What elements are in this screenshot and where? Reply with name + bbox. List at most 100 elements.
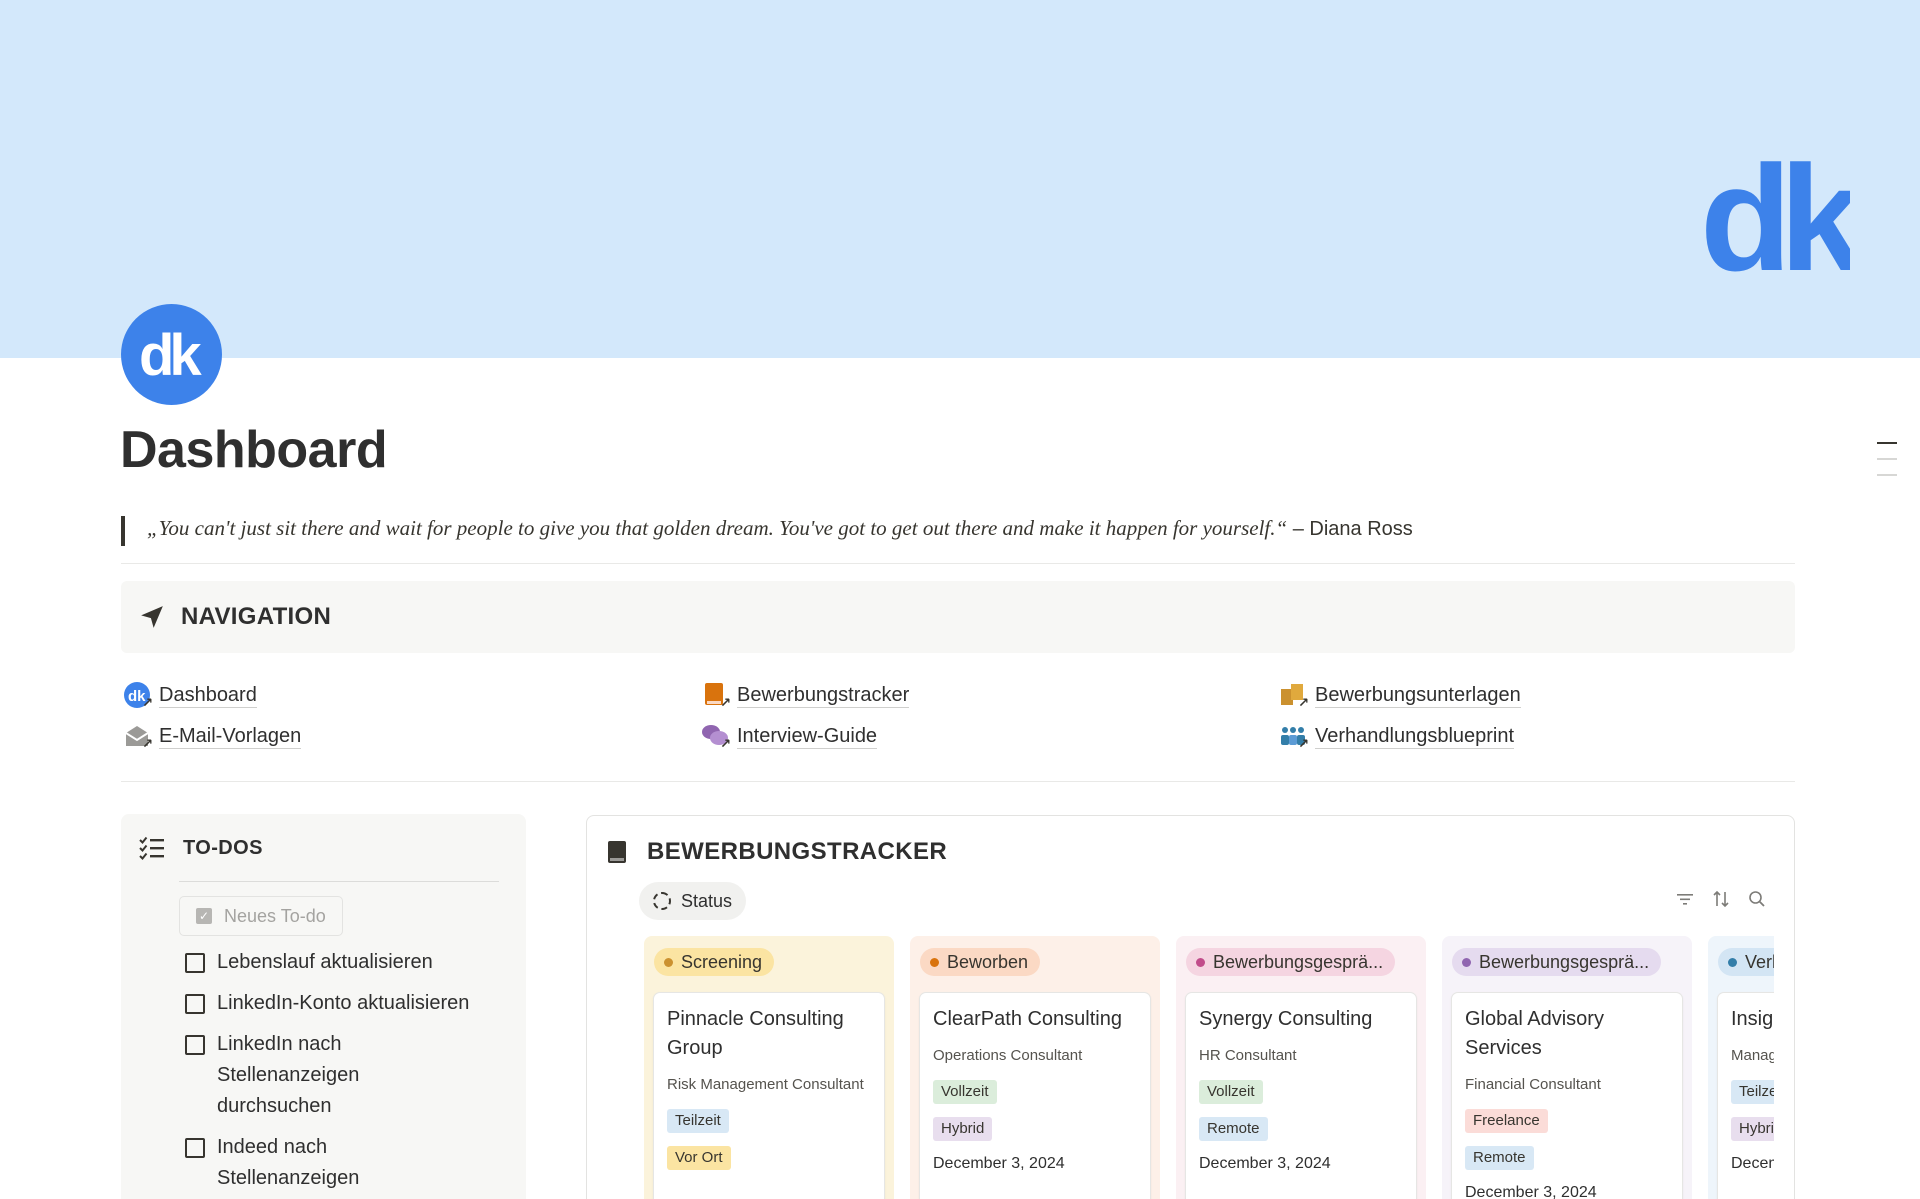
dk-logo-icon: dk <box>139 325 207 385</box>
people-icon: ↗ <box>1279 722 1309 751</box>
card-date: December 3, 2024 <box>1731 1155 1774 1172</box>
table-of-contents[interactable] <box>1877 442 1897 490</box>
card-tag: Remote <box>1199 1117 1268 1141</box>
navigation-title: NAVIGATION <box>181 603 332 630</box>
card-company: Global Advisory Services <box>1465 1008 1604 1059</box>
todo-item: Indeed nach Stellenanzeigen <box>185 1135 385 1194</box>
quote-text: „You can't just sit there and wait for p… <box>147 516 1288 540</box>
todo-item: Lebenslauf aktualisieren <box>185 950 485 978</box>
todo-checkbox[interactable] <box>185 1035 205 1055</box>
status-dot-icon <box>930 957 939 967</box>
card-tag: Vor Ort <box>667 1146 731 1170</box>
nav-link-dashboard[interactable]: dk ↗ Dashboard <box>123 680 257 710</box>
toc-line[interactable] <box>1877 458 1897 460</box>
nav-link-verhandlungsblueprint[interactable]: ↗ Verhandlungsblueprint <box>1279 721 1515 751</box>
page-title: Dashboard <box>120 421 388 479</box>
dk-logo-icon: dk ↗ <box>123 681 153 710</box>
application-card[interactable]: Global Advisory Services Financial Consul… <box>1451 992 1683 1199</box>
card-tag: Vollzeit <box>1199 1080 1263 1104</box>
page-icon[interactable]: dk <box>121 304 222 405</box>
divider <box>121 781 1795 782</box>
todos-panel: TO-DOS ✓ Neues To-do Lebenslauf aktualis… <box>121 814 526 1199</box>
todo-checkbox[interactable] <box>185 994 205 1014</box>
nav-link-bewerbungstracker[interactable]: ↗ Bewerbungstracker <box>701 680 910 710</box>
application-card[interactable]: Synergy Consulting HR Consultant Vollzeit R… <box>1185 992 1417 1199</box>
divider <box>121 563 1795 564</box>
column-status-tag[interactable]: Beworben <box>920 948 1041 976</box>
nav-link-interview-guide[interactable]: ↗ Interview-Guide <box>701 721 878 751</box>
card-tag: Hybrid <box>1731 1117 1774 1141</box>
search-icon[interactable] <box>1748 890 1766 908</box>
application-card[interactable]: Pinnacle Consulting Group Risk Management… <box>653 992 885 1199</box>
tracker-book-icon <box>608 841 626 863</box>
card-company: Insight Group <box>1731 1008 1774 1030</box>
filter-icon[interactable] <box>1676 890 1694 908</box>
checklist-icon <box>139 836 164 860</box>
kanban-board: Screening Pinnacle Consulting Group Risk M… <box>644 936 1774 1199</box>
card-company: Pinnacle Consulting Group <box>667 1008 844 1059</box>
application-card[interactable]: ClearPath Consulting Operations Consultan… <box>919 992 1151 1199</box>
card-tag: Vollzeit <box>933 1080 997 1104</box>
status-dot-icon <box>1462 957 1471 967</box>
board-column: Screening Pinnacle Consulting Group Risk M… <box>644 936 894 1199</box>
card-tag: Teilzeit <box>667 1109 729 1133</box>
toc-line[interactable] <box>1877 474 1897 476</box>
column-status-tag[interactable]: Bewerbungsgesprä... <box>1452 948 1662 976</box>
todo-checkbox[interactable] <box>185 1138 205 1158</box>
card-role: Operations Consultant <box>933 1047 1083 1064</box>
status-dot-icon <box>664 957 673 967</box>
status-dot-icon <box>1196 957 1205 967</box>
quote-block: „You can't just sit there and wait for p… <box>121 516 1795 546</box>
dk-logo-icon: dk <box>1700 148 1850 294</box>
board-column: Verhandlung Insight Group Management Consu… <box>1708 936 1774 1199</box>
card-company: ClearPath Consulting <box>933 1008 1122 1030</box>
card-company: Synergy Consulting <box>1199 1008 1373 1030</box>
toc-line[interactable] <box>1877 442 1897 444</box>
board-column: Bewerbungsgesprä... Global Advisory Servi… <box>1442 936 1692 1199</box>
todo-checkbox[interactable] <box>185 953 205 973</box>
todos-header: TO-DOS <box>139 836 263 860</box>
tracker-toolbar <box>1676 890 1766 908</box>
nav-link-bewerbungsunterlagen[interactable]: ↗ Bewerbungsunterlagen <box>1279 680 1521 710</box>
card-tag: Freelance <box>1465 1109 1548 1133</box>
card-role: Risk Management Consultant <box>667 1076 864 1093</box>
application-card[interactable]: Insight Group Management Consultant Teilze… <box>1717 992 1774 1199</box>
card-date: December 3, 2024 <box>933 1155 1065 1172</box>
mail-icon: ↗ <box>123 722 153 751</box>
bewerbungstracker-panel: BEWERBUNGSTRACKER Status Screening Pinnac… <box>586 815 1795 1199</box>
column-status-tag[interactable]: Verhandlung <box>1718 948 1774 976</box>
card-date: December 3, 2024 <box>1199 1155 1331 1172</box>
card-role: HR Consultant <box>1199 1047 1297 1064</box>
nav-link-email-vorlagen[interactable]: ↗ E-Mail-Vorlagen <box>123 721 302 751</box>
tracker-header: BEWERBUNGSTRACKER <box>607 838 947 866</box>
todo-item: LinkedIn-Konto aktualisieren <box>185 991 485 1019</box>
navigation-arrow-icon <box>141 606 163 628</box>
page-cover: dk <box>0 0 1920 358</box>
card-role: Financial Consultant <box>1465 1076 1601 1093</box>
sort-icon[interactable] <box>1712 890 1730 908</box>
navigation-callout: NAVIGATION <box>121 581 1795 653</box>
divider <box>179 881 499 882</box>
quote-author: – Diana Ross <box>1287 518 1413 540</box>
card-role: Management Consultant <box>1731 1047 1774 1064</box>
documents-icon: ↗ <box>1279 681 1309 710</box>
checkbox-checked-icon: ✓ <box>196 908 212 924</box>
todos-title: TO-DOS <box>183 836 263 859</box>
tracker-book-icon: ↗ <box>701 681 731 710</box>
svg-text:dk: dk <box>1700 148 1850 294</box>
todo-item: LinkedIn nach Stellenanzeigen durchsuche… <box>185 1032 385 1122</box>
column-status-tag[interactable]: Screening <box>654 948 775 976</box>
column-status-tag[interactable]: Bewerbungsgesprä... <box>1186 948 1396 976</box>
new-todo-label: Neues To-do <box>224 905 326 926</box>
card-tag: Hybrid <box>933 1117 993 1141</box>
svg-text:dk: dk <box>139 325 202 385</box>
board-column: Bewerbungsgesprä... Synergy Consulting HR … <box>1176 936 1426 1199</box>
tracker-title: BEWERBUNGSTRACKER <box>647 838 948 865</box>
status-view-tab[interactable]: Status <box>639 882 747 920</box>
new-todo-button[interactable]: ✓ Neues To-do <box>179 896 343 936</box>
chat-bubbles-icon: ↗ <box>701 722 731 751</box>
card-tag: Teilzeit <box>1731 1080 1774 1104</box>
card-tag: Remote <box>1465 1146 1534 1170</box>
status-dot-icon <box>1728 957 1737 967</box>
card-date: December 3, 2024 <box>1465 1184 1597 1199</box>
